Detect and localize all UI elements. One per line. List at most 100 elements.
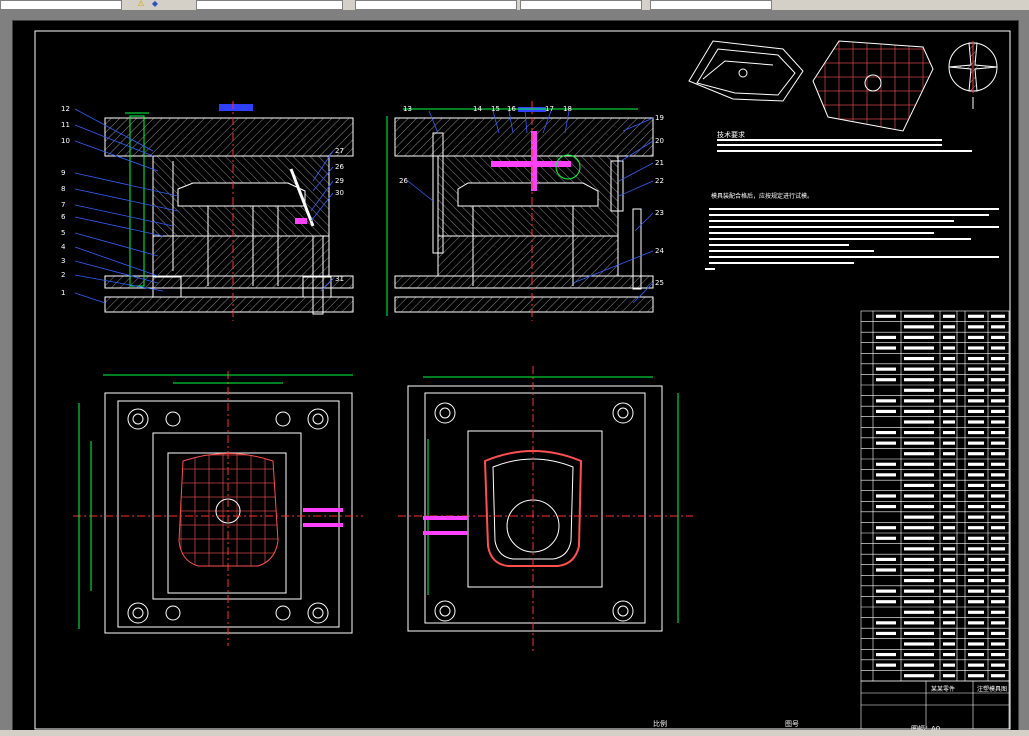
bom-cell-text xyxy=(991,621,1005,625)
callout-6: 6 xyxy=(61,213,66,221)
bom-cell-text xyxy=(904,547,934,551)
callout-20: 20 xyxy=(655,137,664,145)
bom-cell-text xyxy=(876,399,896,403)
toolbar-field-5[interactable] xyxy=(650,0,772,10)
bom-cell-text xyxy=(943,568,955,572)
bom-cell-text xyxy=(991,335,1005,340)
bom-cell-text xyxy=(943,674,955,678)
callout-21: 21 xyxy=(655,159,664,167)
bom-cell-text xyxy=(991,663,1005,667)
toolbar-field-4[interactable] xyxy=(520,0,642,10)
bom-cell-text xyxy=(943,526,955,530)
bom-cell-text xyxy=(904,452,934,456)
bom-cell-text xyxy=(904,483,934,488)
bom-cell-text xyxy=(991,631,1005,636)
bom-cell-text xyxy=(904,631,934,636)
bom-cell-text xyxy=(876,473,896,477)
bom-cell-text xyxy=(943,536,955,540)
bom-cell-text xyxy=(876,589,896,593)
callout-15: 15 xyxy=(491,105,500,113)
callout-19: 19 xyxy=(655,114,664,122)
bom-cell-text xyxy=(904,600,934,604)
bom-cell-text xyxy=(943,621,955,625)
bom-cell-text xyxy=(904,430,934,435)
bom-cell-text xyxy=(904,642,934,646)
callout-8: 8 xyxy=(61,185,65,193)
callout-2: 2 xyxy=(61,271,65,279)
toolbar-field-1[interactable] xyxy=(0,0,122,10)
bom-cell-text xyxy=(968,547,984,551)
callout-1: 1 xyxy=(61,289,65,297)
bom-cell-text xyxy=(968,526,984,530)
bom-cell-text xyxy=(943,494,955,498)
layers-icon[interactable]: ◆ xyxy=(150,0,160,8)
bom-cell-text xyxy=(991,420,1005,424)
bom-cell-text xyxy=(968,557,984,562)
bom-cell-text xyxy=(943,652,955,657)
title-block: 某某零件 注塑模具图 xyxy=(860,680,1010,730)
sprue-detail xyxy=(948,41,998,109)
bom-cell-text xyxy=(991,504,1005,509)
bom-cell-text xyxy=(943,409,955,414)
bom-cell-text xyxy=(876,346,896,350)
cad-drawing: 12 11 10 9 8 7 6 5 4 3 2 1 27 26 29 30 3… xyxy=(34,30,1011,733)
bom-cell-text xyxy=(991,547,1005,551)
bom-cell-text xyxy=(943,346,955,350)
bom-cell-text xyxy=(968,642,984,646)
callout-7: 7 xyxy=(61,201,65,209)
callout-25: 25 xyxy=(655,279,664,287)
bom-table xyxy=(860,310,1010,682)
bom-cell-text xyxy=(904,536,934,540)
callout-18: 18 xyxy=(563,105,572,113)
callout-14: 14 xyxy=(473,105,482,113)
bom-cell-text xyxy=(991,557,1005,562)
bom-cell-text xyxy=(904,420,934,424)
bom-cell-text xyxy=(991,409,1005,414)
bom-cell-text xyxy=(904,674,934,678)
bom-cell-text xyxy=(876,652,896,657)
toolbar-field-2[interactable] xyxy=(196,0,343,10)
bom-cell-text xyxy=(943,515,955,519)
bom-cell-text xyxy=(876,621,896,625)
bom-cell-text xyxy=(876,430,896,435)
bom-cell-text xyxy=(991,452,1005,456)
bom-cell-text xyxy=(904,473,934,477)
bom-cell-text xyxy=(943,610,955,614)
bom-cell-text xyxy=(904,663,934,667)
bom-cell-text xyxy=(943,663,955,667)
bom-cell-text xyxy=(968,388,984,392)
bom-cell-text xyxy=(968,430,984,435)
scale-label: 比例 xyxy=(653,719,667,728)
bom-cell-text xyxy=(904,367,934,371)
bom-cell-text xyxy=(904,388,934,392)
bom-cell-text xyxy=(968,367,984,371)
bom-cell-text xyxy=(943,367,955,371)
bom-cell-text xyxy=(904,526,934,530)
callout-4: 4 xyxy=(61,243,66,251)
bom-cell-text xyxy=(904,409,934,414)
bom-cell-text xyxy=(968,600,984,604)
bom-cell-text xyxy=(876,335,896,340)
model-space-canvas[interactable]: 12 11 10 9 8 7 6 5 4 3 2 1 27 26 29 30 3… xyxy=(12,20,1019,734)
bom-cell-text xyxy=(904,504,934,509)
toolbar-field-3[interactable] xyxy=(355,0,517,10)
warning-icon[interactable]: ⚠ xyxy=(136,0,146,8)
bom-cell-text xyxy=(876,462,896,466)
bom-cell-text xyxy=(991,356,1005,361)
bom-cell-text xyxy=(991,388,1005,392)
bom-cell-text xyxy=(904,578,934,583)
bom-cell-text xyxy=(991,399,1005,403)
bom-cell-text xyxy=(968,610,984,614)
bom-cell-text xyxy=(876,504,896,509)
title-block-title: 某某零件 xyxy=(931,685,955,693)
bom-cell-text xyxy=(943,325,955,329)
callout-3: 3 xyxy=(61,257,65,265)
bom-cell-text xyxy=(991,578,1005,583)
bom-cell-text xyxy=(968,568,984,572)
bom-cell-text xyxy=(904,494,934,498)
bom-cell-text xyxy=(991,610,1005,614)
bom-cell-text xyxy=(876,409,896,414)
bom-cell-text xyxy=(904,335,934,340)
part-isometric-1 xyxy=(688,40,804,102)
bom-cell-text xyxy=(943,441,955,445)
